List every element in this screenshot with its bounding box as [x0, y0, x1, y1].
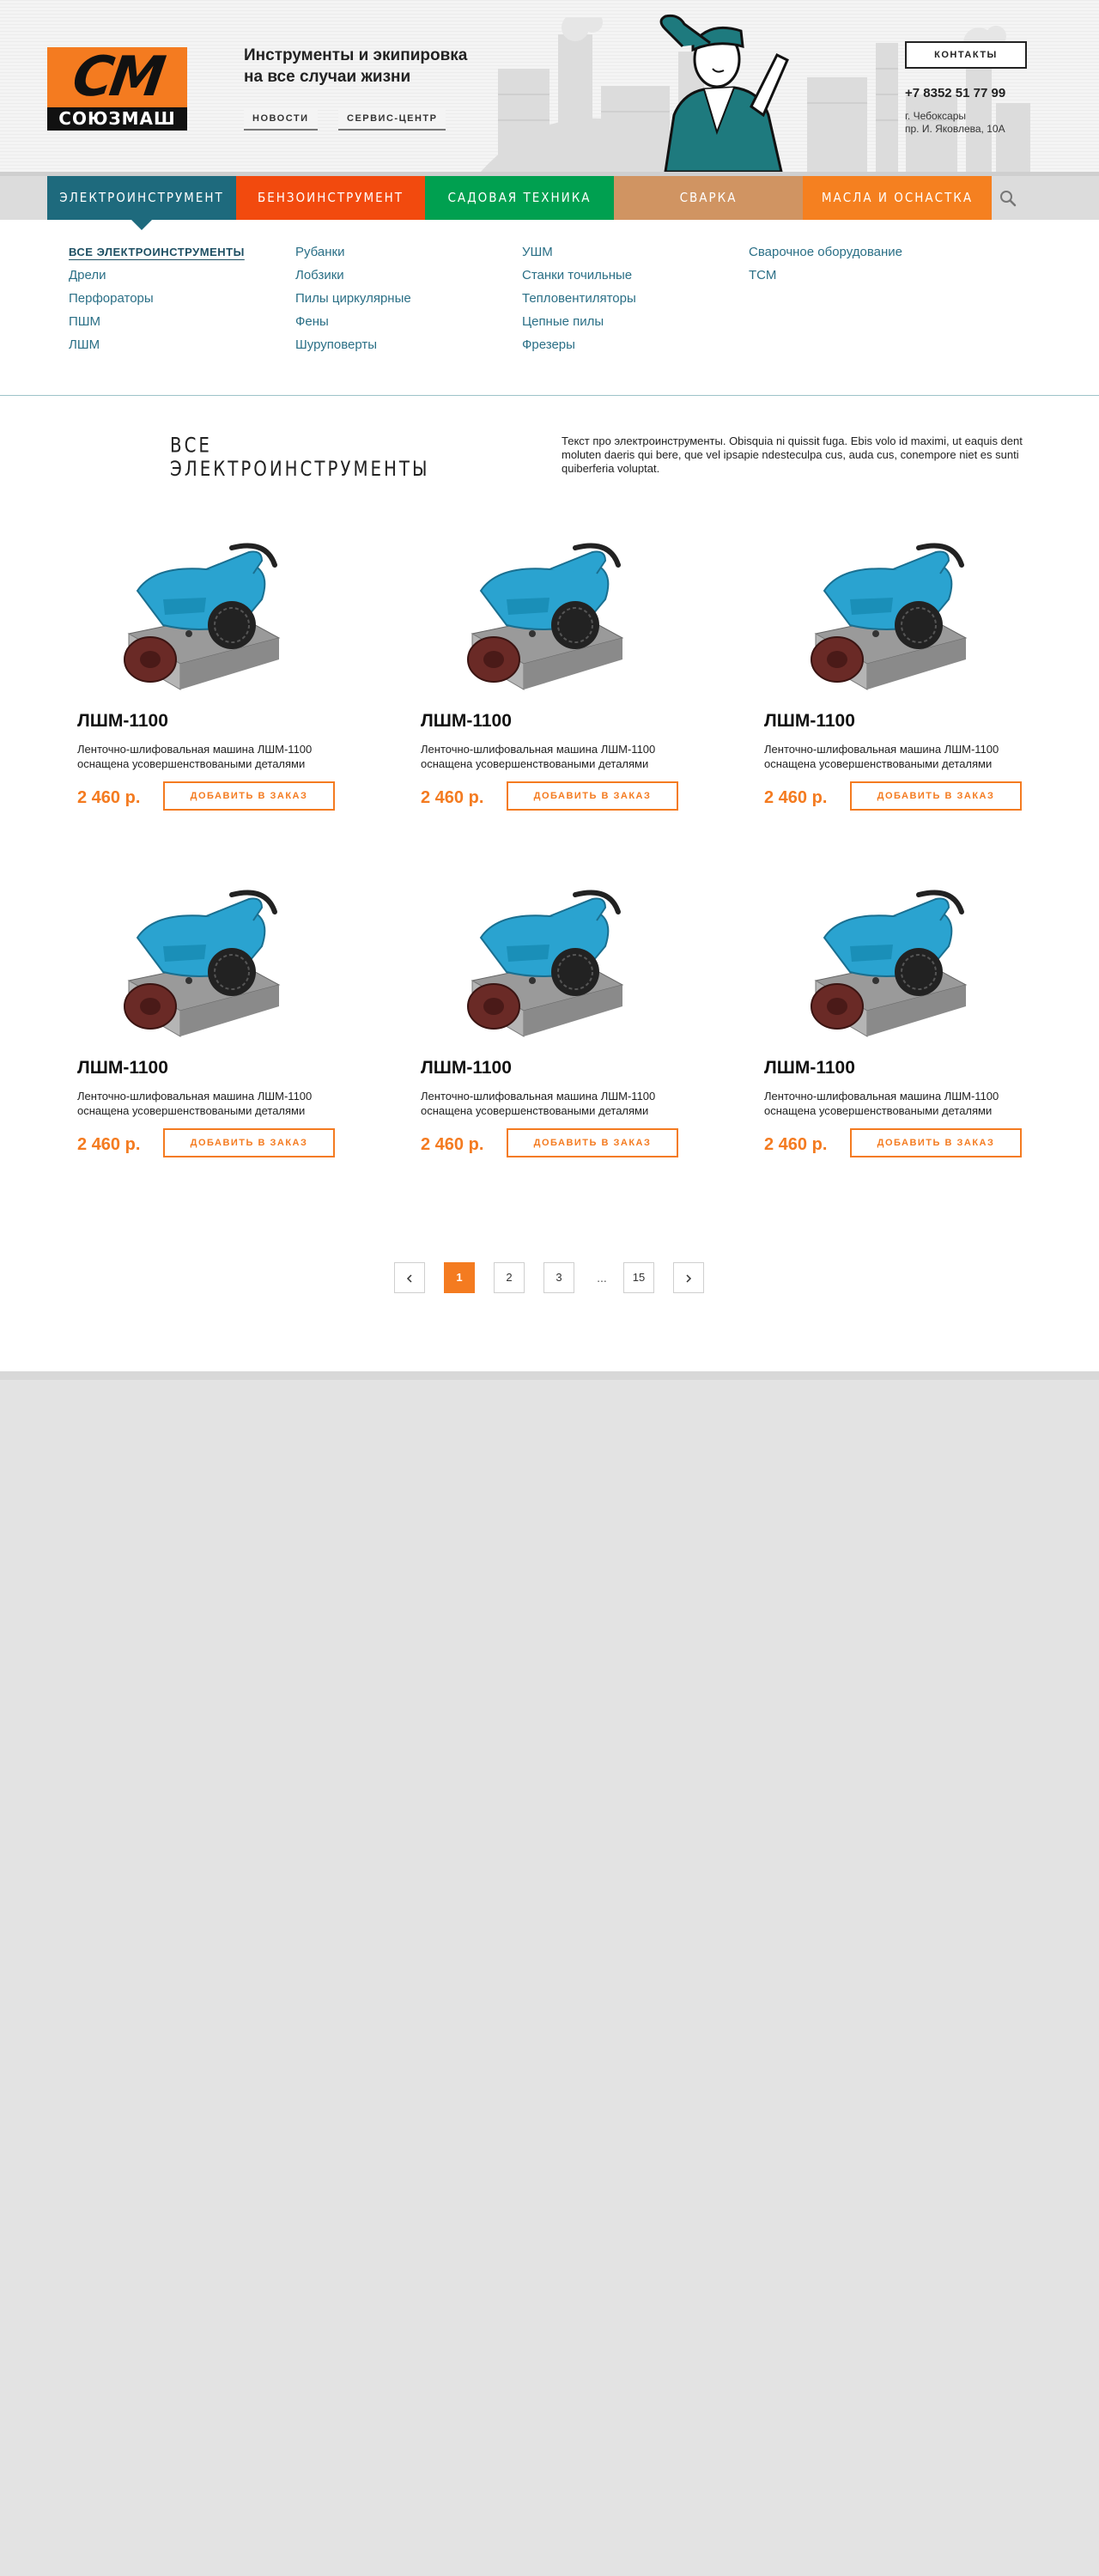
submenu-item[interactable]: Пилы циркулярные: [295, 287, 519, 310]
submenu-item[interactable]: ПШМ: [69, 310, 292, 333]
news-link[interactable]: Новости: [244, 110, 318, 131]
product-card[interactable]: ЛШМ-1100 Ленточно-шлифовальная машина ЛШ…: [77, 878, 352, 1187]
belt-sander-image: [811, 543, 968, 690]
tab-welding[interactable]: Сварка: [614, 176, 803, 220]
add-to-order-button[interactable]: Добавить в заказ: [507, 781, 678, 811]
pagination-page-2[interactable]: 2: [494, 1262, 525, 1293]
product-description: Ленточно-шлифовальная машина ЛШМ-1100 ос…: [421, 743, 656, 770]
submenu-item[interactable]: Лобзики: [295, 264, 519, 287]
add-to-order-button[interactable]: Добавить в заказ: [163, 1128, 335, 1157]
product-description: Ленточно-шлифовальная машина ЛШМ-1100 ос…: [77, 743, 313, 770]
add-to-order-button[interactable]: Добавить в заказ: [507, 1128, 678, 1157]
add-to-order-button[interactable]: Добавить в заказ: [163, 781, 335, 811]
tab-garden-equipment[interactable]: Садовая техника: [425, 176, 614, 220]
site-header: СМ СОЮЗМАШ Инструменты и экипировка на в…: [0, 0, 1099, 172]
logo-text: СОЮЗМАШ: [47, 107, 187, 131]
submenu-column: УШМ Станки точильные Тепловентиляторы Це…: [522, 240, 745, 356]
add-to-order-button[interactable]: Добавить в заказ: [850, 1128, 1022, 1157]
product-name[interactable]: ЛШМ-1100: [77, 711, 168, 732]
phone-number[interactable]: +7 8352 51 77 99: [905, 86, 1005, 100]
submenu-item[interactable]: Перфораторы: [69, 287, 292, 310]
submenu-item-all-power-tools[interactable]: Все электроинструменты: [69, 240, 292, 264]
logo-mark: СМ: [68, 46, 167, 109]
submenu-item[interactable]: Фены: [295, 310, 519, 333]
pagination-page-15[interactable]: 15: [623, 1262, 654, 1293]
product-card[interactable]: ЛШМ-1100 Ленточно-шлифовальная машина ЛШ…: [421, 878, 695, 1187]
chevron-right-icon: [686, 1274, 692, 1283]
belt-sander-image: [124, 890, 281, 1037]
submenu-item[interactable]: Сварочное оборудование: [749, 240, 972, 264]
submenu-item[interactable]: Рубанки: [295, 240, 519, 264]
search-icon[interactable]: [996, 186, 1020, 210]
submenu-column: Все электроинструменты Дрели Перфораторы…: [69, 240, 292, 356]
submenu-item[interactable]: Цепные пилы: [522, 310, 745, 333]
product-price: 2 460 р.: [764, 1135, 828, 1154]
product-card[interactable]: ЛШМ-1100 Ленточно-шлифовальная машина ЛШ…: [421, 531, 695, 840]
submenu-item[interactable]: Фрезеры: [522, 333, 745, 356]
chevron-left-icon: [406, 1274, 412, 1283]
product-name[interactable]: ЛШМ-1100: [77, 1058, 168, 1078]
add-to-order-button[interactable]: Добавить в заказ: [850, 781, 1022, 811]
contacts-button[interactable]: Контакты: [905, 41, 1027, 69]
site-tagline: Инструменты и экипировка на все случаи ж…: [244, 46, 468, 86]
product-name[interactable]: ЛШМ-1100: [764, 1058, 855, 1078]
tab-power-tools[interactable]: Электроинструмент: [47, 176, 236, 230]
tab-oils-accessories[interactable]: Масла и оснастка: [803, 176, 992, 220]
product-name[interactable]: ЛШМ-1100: [764, 711, 855, 732]
product-card[interactable]: ЛШМ-1100 Ленточно-шлифовальная машина ЛШ…: [77, 531, 352, 840]
pagination-ellipsis: ...: [597, 1271, 607, 1285]
product-description: Ленточно-шлифовальная машина ЛШМ-1100 ос…: [77, 1090, 313, 1117]
category-submenu: Все электроинструменты Дрели Перфораторы…: [0, 220, 1099, 396]
pagination-next-button[interactable]: [673, 1262, 704, 1293]
submenu-column: Сварочное оборудование ТСМ: [749, 240, 972, 287]
product-description: Ленточно-шлифовальная машина ЛШМ-1100 ос…: [764, 743, 999, 770]
submenu-item[interactable]: ТСМ: [749, 264, 972, 287]
tab-petrol-tools[interactable]: Бензоинструмент: [236, 176, 425, 220]
product-description: Ленточно-шлифовальная машина ЛШМ-1100 ос…: [421, 1090, 656, 1117]
pagination-page-3[interactable]: 3: [543, 1262, 574, 1293]
product-description: Ленточно-шлифовальная машина ЛШМ-1100 ос…: [764, 1090, 999, 1117]
worker-illustration: [659, 14, 789, 172]
pagination-page-1[interactable]: 1: [444, 1262, 475, 1293]
product-price: 2 460 р.: [77, 788, 141, 807]
belt-sander-image: [467, 543, 624, 690]
submenu-column: Рубанки Лобзики Пилы циркулярные Фены Шу…: [295, 240, 519, 356]
product-card[interactable]: ЛШМ-1100 Ленточно-шлифовальная машина ЛШ…: [764, 531, 1039, 840]
product-card[interactable]: ЛШМ-1100 Ленточно-шлифовальная машина ЛШ…: [764, 878, 1039, 1187]
belt-sander-image: [124, 543, 281, 690]
submenu-item[interactable]: ЛШМ: [69, 333, 292, 356]
product-price: 2 460 р.: [764, 788, 828, 807]
product-price: 2 460 р.: [77, 1135, 141, 1154]
product-price: 2 460 р.: [421, 1135, 484, 1154]
submenu-item[interactable]: Шуруповерты: [295, 333, 519, 356]
page-bottom-edge: [0, 1371, 1099, 1380]
product-price: 2 460 р.: [421, 788, 484, 807]
product-name[interactable]: ЛШМ-1100: [421, 1058, 512, 1078]
belt-sander-image: [811, 890, 968, 1037]
submenu-item[interactable]: УШМ: [522, 240, 745, 264]
submenu-item[interactable]: Дрели: [69, 264, 292, 287]
belt-sander-image: [467, 890, 624, 1037]
site-logo[interactable]: СМ СОЮЗМАШ: [47, 46, 187, 131]
main-nav: Электроинструмент Бензоинструмент Садова…: [0, 172, 1099, 230]
section-title: Все электроинструменты: [170, 434, 430, 482]
submenu-item[interactable]: Тепловентиляторы: [522, 287, 745, 310]
product-name[interactable]: ЛШМ-1100: [421, 711, 512, 732]
pagination-prev-button[interactable]: [394, 1262, 425, 1293]
service-center-link[interactable]: Сервис-центр: [338, 110, 446, 131]
submenu-item[interactable]: Станки точильные: [522, 264, 745, 287]
address: г. Чебоксары пр. И. Яковлева, 10А: [905, 110, 1005, 135]
section-description: Текст про электроинструменты. Obisquia n…: [562, 434, 1023, 475]
